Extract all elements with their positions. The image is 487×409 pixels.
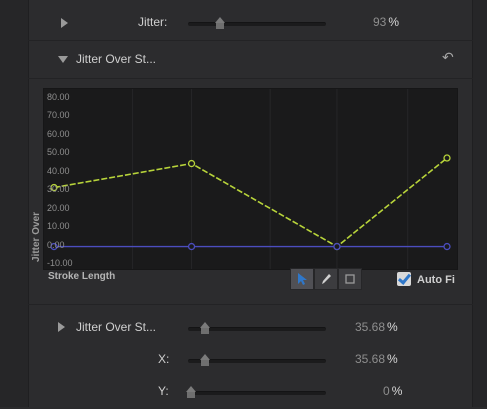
y-value-number: 0: [383, 384, 390, 398]
collapse-triangle-icon[interactable]: [58, 56, 68, 63]
jitter-over-stroke-label: Jitter Over St...: [76, 320, 157, 334]
jitter-over-stroke-value-unit: %: [387, 320, 398, 334]
y-tick-label: 20.00: [47, 202, 70, 213]
jitter-label: Jitter:: [138, 15, 168, 29]
x-slider-thumb[interactable]: [200, 354, 210, 366]
x-row: X: 35.68%: [28, 343, 473, 377]
jitter-over-stroke-header-label: Jitter Over St...: [76, 52, 157, 66]
jitter-slider[interactable]: [188, 22, 326, 26]
expand-triangle-icon[interactable]: [61, 18, 68, 28]
y-axis-label: Jitter Over: [31, 211, 42, 262]
separator: [28, 304, 473, 305]
y-tick-label: 60.00: [47, 128, 70, 139]
jitter-value-number: 93: [373, 15, 387, 29]
y-tick-label: 30.00: [47, 184, 70, 195]
inspector-panel: Jitter: 93% Jitter Over St... ↶ 80.00 70.…: [0, 0, 487, 407]
y-tick-label: 70.00: [47, 110, 70, 121]
jitter-over-stroke-row: Jitter Over St... 35.68%: [28, 311, 473, 345]
box-icon: [345, 274, 355, 284]
y-slider-thumb[interactable]: [186, 386, 196, 398]
y-tick-label: -10.00: [47, 258, 73, 268]
y-row: Y: 0%: [28, 375, 473, 409]
select-tool-button[interactable]: [290, 268, 314, 290]
panel-right-edge: [472, 0, 487, 407]
jitter-row: Jitter: 93%: [28, 6, 473, 40]
jitter-slider-thumb[interactable]: [215, 17, 225, 29]
curve-line[interactable]: [53, 157, 448, 248]
x-label: X:: [158, 352, 170, 366]
y-slider[interactable]: [188, 391, 326, 395]
x-value[interactable]: 35.68%: [355, 352, 398, 366]
auto-fit-label: Auto Fi: [417, 274, 455, 286]
y-value-unit: %: [391, 384, 403, 398]
y-value[interactable]: 0%: [383, 384, 402, 398]
separator: [28, 40, 473, 41]
curve-keyframe-point[interactable]: [187, 159, 196, 168]
curve-keyframe-point[interactable]: [443, 154, 451, 162]
y-tick-label: 10.00: [47, 221, 70, 232]
expand-triangle-icon[interactable]: [58, 322, 65, 332]
y-tick-label: 40.00: [47, 165, 70, 176]
curve-chart[interactable]: [44, 89, 457, 269]
curve-graph[interactable]: [43, 88, 458, 270]
auto-fit-checkbox[interactable]: [397, 272, 411, 286]
separator: [28, 78, 473, 79]
arrow-pointer-icon: [298, 273, 307, 285]
jitter-value-unit: %: [388, 15, 400, 29]
jitter-over-stroke-value[interactable]: 35.68%: [355, 320, 398, 334]
reset-arrow-icon[interactable]: ↶: [442, 49, 454, 66]
jitter-over-stroke-value-number: 35.68: [355, 320, 386, 334]
pen-tool-button[interactable]: [314, 268, 338, 290]
panel-left-edge: [0, 0, 29, 407]
box-tool-button[interactable]: [338, 268, 362, 290]
y-tick-label: 0.00: [47, 239, 65, 250]
x-value-number: 35.68: [355, 352, 386, 366]
x-value-unit: %: [387, 352, 398, 366]
y-tick-label: 80.00: [47, 92, 70, 102]
baseline-keyframe-point[interactable]: [443, 242, 451, 251]
baseline-keyframe-point[interactable]: [187, 242, 196, 251]
jitter-over-stroke-header: Jitter Over St... ↶: [28, 42, 473, 76]
jitter-value[interactable]: 93%: [373, 15, 399, 29]
y-label: Y:: [158, 384, 169, 398]
baseline-keyframe-point[interactable]: [333, 242, 341, 251]
x-axis-label: Stroke Length: [48, 271, 116, 282]
pen-icon: [322, 274, 331, 284]
jitter-over-stroke-slider-thumb[interactable]: [200, 322, 210, 334]
y-tick-label: 50.00: [47, 147, 70, 158]
